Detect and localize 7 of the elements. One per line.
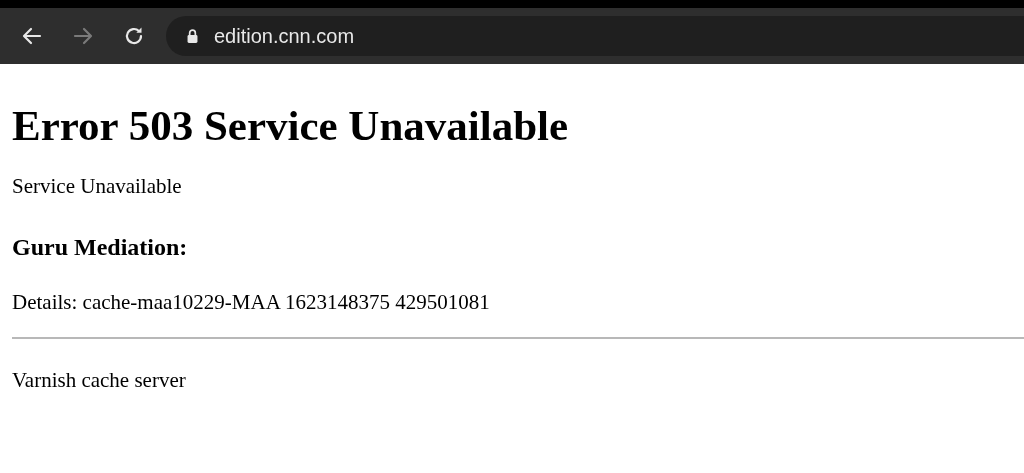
address-bar[interactable]: edition.cnn.com bbox=[166, 16, 1024, 56]
error-message: Service Unavailable bbox=[12, 173, 183, 199]
footer-text: Varnish cache server bbox=[12, 367, 187, 393]
url-text: edition.cnn.com bbox=[214, 24, 355, 48]
details-text: Details: cache-maa10229-MAA 1623148375 429501081 bbox=[12, 289, 491, 315]
page-title: Error 503 Service Unavailable bbox=[12, 101, 570, 151]
section-heading: Guru Mediation: bbox=[12, 233, 189, 262]
